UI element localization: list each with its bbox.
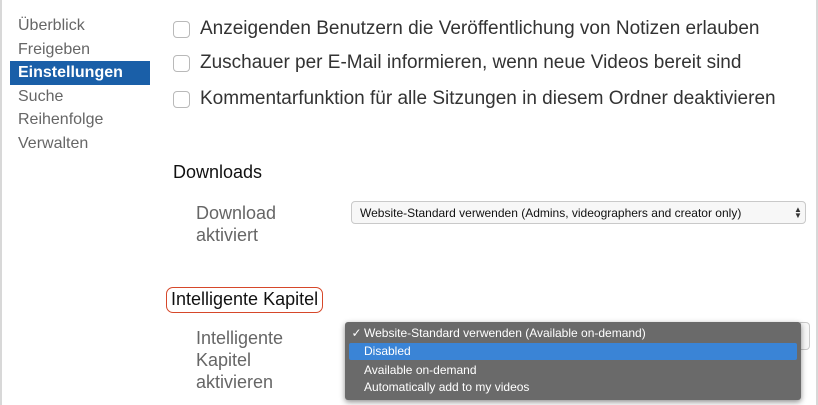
smart-chapters-section-title: Intelligente Kapitel bbox=[166, 287, 324, 313]
dropdown-option-auto-add[interactable]: Automatically add to my videos bbox=[349, 379, 797, 396]
smart-chapters-label-line1: Intelligente bbox=[196, 328, 284, 348]
download-enabled-select-value: Website-Standard verwenden (Admins, vide… bbox=[360, 205, 742, 220]
smart-chapters-label-line3: aktivieren bbox=[196, 372, 274, 392]
download-enabled-select[interactable]: Website-Standard verwenden (Admins, vide… bbox=[351, 201, 806, 224]
smart-chapters-dropdown-menu: ✓ Website-Standard verwenden (Available o… bbox=[345, 322, 801, 400]
disable-comments-checkbox[interactable] bbox=[173, 90, 190, 108]
dropdown-option-label: Automatically add to my videos bbox=[364, 380, 530, 394]
download-enabled-label-line2: aktiviert bbox=[196, 225, 259, 245]
email-viewers-checkbox[interactable] bbox=[173, 54, 190, 72]
disable-comments-label: Kommentarfunktion für alle Sitzungen in … bbox=[200, 88, 776, 109]
dropdown-option-label: Available on-demand bbox=[364, 363, 477, 377]
sidebar-item-share[interactable]: Freigeben bbox=[10, 38, 150, 62]
download-enabled-label: Download aktiviert bbox=[196, 202, 276, 246]
smart-chapters-select[interactable] bbox=[800, 322, 810, 350]
disable-comments-option[interactable]: Kommentarfunktion für alle Sitzungen in … bbox=[173, 87, 776, 111]
sidebar-item-overview[interactable]: Überblick bbox=[10, 14, 150, 38]
email-viewers-label: Zuschauer per E-Mail informieren, wenn n… bbox=[200, 52, 742, 73]
dropdown-option-disabled[interactable]: Disabled bbox=[349, 343, 797, 360]
sidebar-item-settings[interactable]: Einstellungen bbox=[10, 61, 150, 85]
allow-notes-publishing-label: Anzeigenden Benutzern die Veröffentlichu… bbox=[200, 18, 760, 39]
dropdown-option-label: Website-Standard verwenden (Available on… bbox=[364, 326, 646, 340]
select-arrows-icon: ▲ ▼ bbox=[794, 204, 802, 220]
checkmark-icon: ✓ bbox=[351, 326, 362, 340]
window-border-left bbox=[0, 0, 2, 405]
allow-notes-publishing-checkbox[interactable] bbox=[173, 20, 190, 38]
dropdown-option-label: Disabled bbox=[364, 344, 411, 358]
allow-notes-publishing-option[interactable]: Anzeigenden Benutzern die Veröffentlichu… bbox=[173, 17, 760, 41]
email-viewers-option[interactable]: Zuschauer per E-Mail informieren, wenn n… bbox=[173, 51, 741, 75]
smart-chapters-label-line2: Kapitel bbox=[196, 350, 252, 370]
sidebar-item-order[interactable]: Reihenfolge bbox=[10, 108, 150, 132]
settings-sidebar: Überblick Freigeben Einstellungen Suche … bbox=[10, 14, 150, 155]
download-enabled-label-line1: Download bbox=[196, 203, 277, 223]
smart-chapters-enable-label: Intelligente Kapitel aktivieren bbox=[196, 327, 283, 393]
dropdown-option-site-default[interactable]: ✓ Website-Standard verwenden (Available o… bbox=[349, 325, 797, 342]
dropdown-option-available-on-demand[interactable]: Available on-demand bbox=[349, 362, 797, 379]
downloads-section-title: Downloads bbox=[173, 162, 263, 182]
sidebar-item-manage[interactable]: Verwalten bbox=[10, 132, 150, 156]
sidebar-item-search[interactable]: Suche bbox=[10, 85, 150, 109]
